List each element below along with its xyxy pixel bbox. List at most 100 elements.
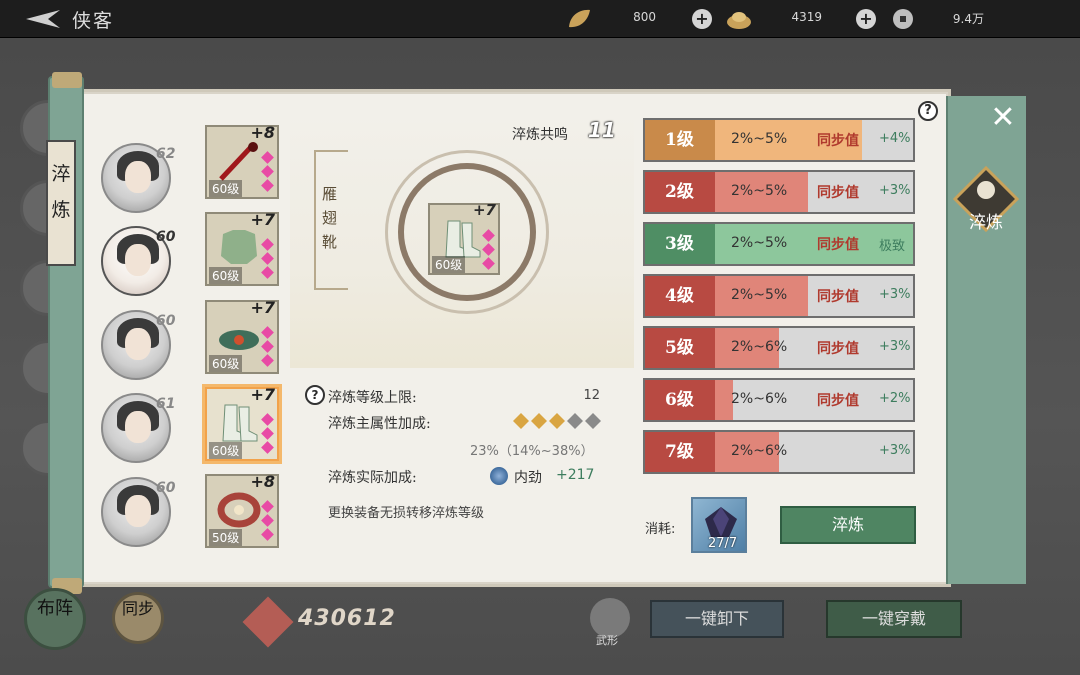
page-title: 侠客: [72, 10, 115, 32]
gem-slots: [482, 227, 495, 273]
ingot-currency-icon: [727, 12, 751, 29]
main-bonus-label: 淬炼主属性加成:: [328, 416, 431, 432]
level-label: 7级: [645, 432, 715, 472]
level-result: 极致: [879, 239, 906, 254]
sync-label[interactable]: 同步: [114, 600, 162, 618]
actual-bonus-stat: 内劲: [514, 470, 542, 486]
help-icon[interactable]: ?: [305, 385, 325, 405]
enhance-level: +8: [250, 472, 275, 491]
character-level: 60: [156, 313, 176, 329]
currency-value-ingot: 4319: [791, 10, 822, 24]
help-icon[interactable]: ?: [918, 101, 938, 121]
level-cap-label: 淬炼等级上限:: [328, 390, 417, 406]
refine-level-row: 5级 2%~6% 同步值 +3%: [643, 326, 915, 370]
actual-bonus-label: 淬炼实际加成:: [328, 470, 417, 486]
belt-icon: [219, 330, 259, 350]
level-range: 2%~6%: [731, 391, 788, 407]
level-label: 4级: [645, 276, 715, 316]
add-leaf-button[interactable]: +: [692, 9, 712, 29]
cost-count: 27/7: [708, 536, 738, 551]
bracelet-icon: [217, 492, 261, 528]
level-range: 2%~5%: [731, 183, 788, 199]
robe-armor-icon: [221, 230, 257, 264]
level-cap-value: 12: [583, 388, 600, 403]
level-result: +3%: [879, 339, 911, 354]
level-result: +2%: [879, 391, 911, 406]
resonance-label: 淬炼共鸣: [512, 127, 568, 143]
sync-tag: 同步值: [817, 133, 859, 149]
level-result: +3%: [879, 183, 911, 198]
enhance-level: +7: [472, 201, 496, 219]
sync-tag: 同步值: [817, 185, 859, 201]
bonus-star-rating: [513, 413, 601, 429]
character-level: 62: [156, 146, 176, 162]
cuilian-button[interactable]: 淬炼: [780, 506, 916, 544]
level-label: 5级: [645, 328, 715, 368]
item-name: 雁翅靴: [322, 185, 338, 251]
top-bar: 侠客 800 + 4319 + 9.4万: [0, 0, 1080, 38]
crystal-material-icon: [705, 507, 737, 537]
level-range: 2%~6%: [731, 443, 788, 459]
level-label: 1级: [645, 120, 715, 160]
refine-level-row: 7级 2%~6% +3%: [643, 430, 915, 474]
back-arrow-icon[interactable]: [24, 8, 64, 30]
bonus-range: 23%（14%~38%）: [470, 444, 594, 459]
equipment-slot-bracelet[interactable]: +8 50级: [205, 472, 279, 548]
star-filled-icon: [513, 413, 529, 429]
coin-currency-icon: [893, 9, 913, 29]
enhance-level: +7: [250, 298, 275, 317]
refine-level-row: 4级 2%~5% 同步值 +3%: [643, 274, 915, 318]
gem-slots: [261, 236, 274, 282]
selected-item-display: +7 60级: [428, 201, 500, 275]
equipment-slot-belt[interactable]: +7 60级: [205, 298, 279, 374]
item-level: 60级: [209, 442, 243, 459]
star-filled-icon: [531, 413, 547, 429]
sync-tag: 同步值: [817, 289, 859, 305]
sync-tag: 同步值: [817, 237, 859, 253]
refine-level-row: 3级 2%~5% 同步值 极致: [643, 222, 915, 266]
level-result: +3%: [879, 287, 911, 302]
close-button[interactable]: ✕: [988, 103, 1018, 134]
level-range: 2%~5%: [731, 235, 788, 251]
equipment-slot-boots-selected[interactable]: +7 60级: [205, 385, 279, 461]
level-range: 2%~6%: [731, 339, 788, 355]
enhance-level: +7: [250, 385, 275, 404]
enhance-level: +8: [250, 123, 275, 142]
character-level: 60: [156, 229, 176, 245]
item-level: 60级: [209, 180, 243, 197]
star-empty-icon: [585, 413, 601, 429]
unequip-all-button[interactable]: 一键卸下: [650, 600, 784, 638]
item-level: 60级: [209, 267, 243, 284]
formation-label[interactable]: 布阵: [30, 598, 80, 620]
gem-slots: [261, 149, 274, 195]
character-level: 60: [156, 480, 176, 496]
equipment-slot-weapon[interactable]: +8 60级: [205, 123, 279, 199]
whip-weapon-icon: [219, 142, 258, 181]
star-filled-icon: [549, 413, 565, 429]
cuilian-tab-label[interactable]: 淬炼: [956, 208, 1016, 233]
boots-icon: [222, 404, 258, 442]
scroll-cap-top: [52, 72, 82, 88]
gem-slots: [261, 324, 274, 370]
level-label: 2级: [645, 172, 715, 212]
martial-form-label[interactable]: 武形: [596, 632, 618, 648]
currency-value-coin: 9.4万: [952, 12, 984, 26]
level-range: 2%~5%: [731, 131, 788, 147]
character-level: 61: [156, 396, 176, 412]
resonance-value: 11: [588, 118, 616, 142]
level-result: +4%: [879, 131, 911, 146]
equipment-slot-armor[interactable]: +7 60级: [205, 210, 279, 286]
level-label: 6级: [645, 380, 715, 420]
boots-icon: [445, 220, 481, 258]
scroll-label: 淬炼: [46, 140, 76, 266]
sync-tag: 同步值: [817, 393, 859, 409]
item-level: 50级: [209, 529, 243, 546]
refine-level-row: 1级 2%~5% 同步值 +4%: [643, 118, 915, 162]
add-ingot-button[interactable]: +: [856, 9, 876, 29]
item-level: 60级: [432, 256, 466, 273]
inner-force-icon: [490, 467, 508, 485]
level-result: +3%: [879, 443, 911, 458]
cost-label: 消耗:: [645, 522, 676, 537]
equip-all-button[interactable]: 一键穿戴: [826, 600, 962, 638]
gem-slots: [261, 498, 274, 544]
